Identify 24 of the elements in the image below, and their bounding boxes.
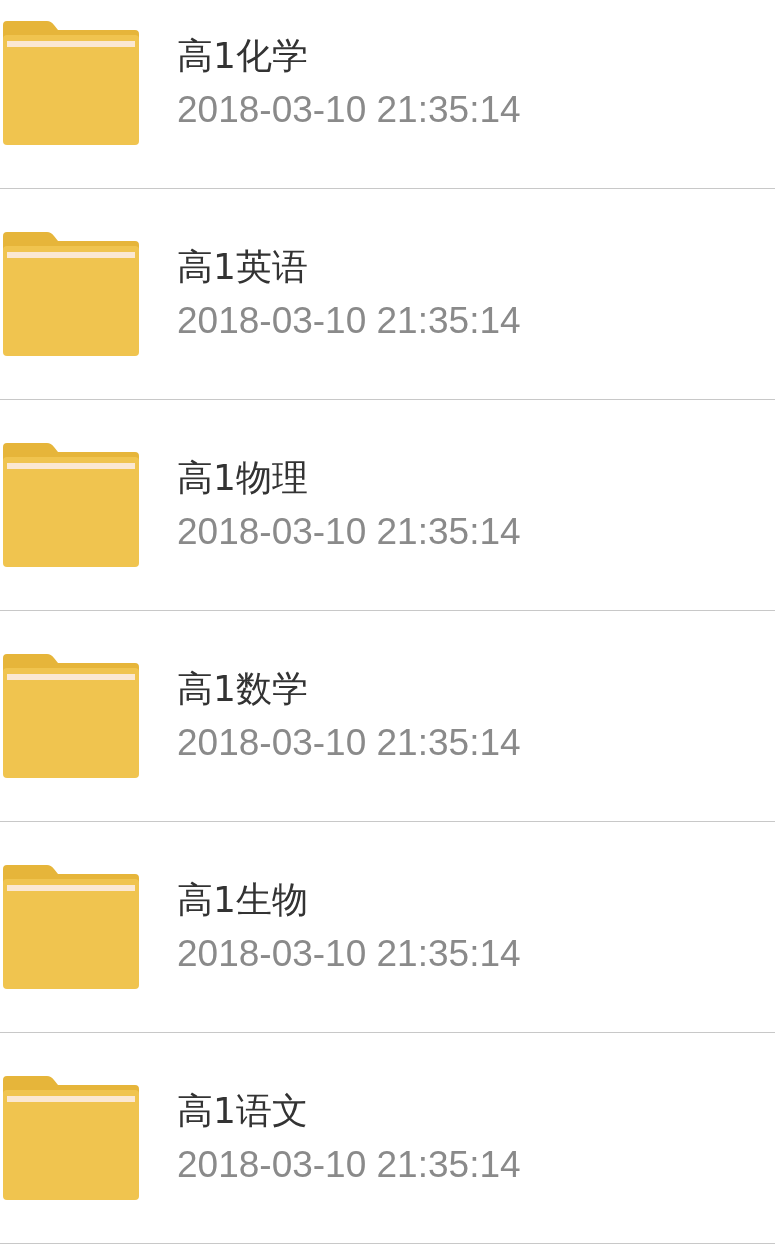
folder-row[interactable]: 高1语文 2018-03-10 21:35:14: [0, 1033, 775, 1244]
folder-name: 高1生物: [177, 878, 309, 922]
modified-date: 2018-03-10 21:35:14: [177, 1143, 521, 1187]
modified-date: 2018-03-10 21:35:14: [177, 721, 521, 765]
folder-name: 高1物理: [177, 456, 309, 500]
modified-date: 2018-03-10 21:35:14: [177, 88, 521, 132]
folder-name: 高1数学: [177, 667, 309, 711]
folder-name: 高1化学: [177, 34, 309, 78]
folder-row[interactable]: 高1数学 2018-03-10 21:35:14: [0, 611, 775, 822]
folder-icon: [3, 232, 139, 356]
modified-date: 2018-03-10 21:35:14: [177, 299, 521, 343]
folder-row[interactable]: 高1英语 2018-03-10 21:35:14: [0, 189, 775, 400]
folder-row[interactable]: 高1生物 2018-03-10 21:35:14: [0, 822, 775, 1033]
folder-icon: [3, 654, 139, 778]
folder-icon: [3, 443, 139, 567]
folder-icon: [3, 1076, 139, 1200]
modified-date: 2018-03-10 21:35:14: [177, 932, 521, 976]
modified-date: 2018-03-10 21:35:14: [177, 510, 521, 554]
folder-name: 高1语文: [177, 1089, 309, 1133]
folder-icon: [3, 21, 139, 145]
folder-name: 高1英语: [177, 245, 309, 289]
folder-row[interactable]: 高1化学 2018-03-10 21:35:14: [0, 0, 775, 189]
folder-icon: [3, 865, 139, 989]
folder-row[interactable]: 高1物理 2018-03-10 21:35:14: [0, 400, 775, 611]
